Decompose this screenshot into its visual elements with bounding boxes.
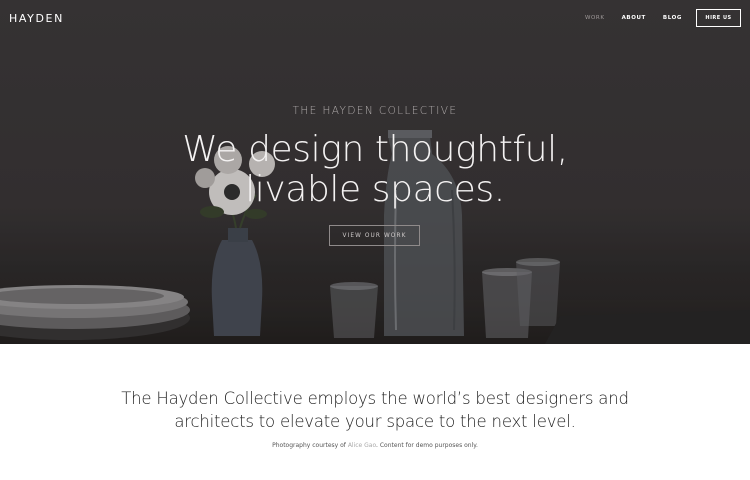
view-our-work-button[interactable]: VIEW OUR WORK	[329, 225, 420, 246]
nav-item-work[interactable]: WORK	[585, 15, 605, 21]
credit-prefix: Photography courtesy of	[272, 442, 348, 449]
hero-section: HAYDEN WORK ABOUT BLOG HIRE US THE HAYDE…	[0, 0, 750, 344]
nav-item-blog[interactable]: BLOG	[663, 15, 682, 21]
hero-headline-line-1: We design thoughtful,	[182, 129, 568, 170]
main-nav: WORK ABOUT BLOG	[585, 15, 682, 21]
hero-eyebrow: THE HAYDEN COLLECTIVE	[292, 105, 458, 117]
nav-item-about[interactable]: ABOUT	[622, 15, 646, 21]
hire-us-button[interactable]: HIRE US	[696, 9, 741, 27]
intro-line-1: The Hayden Collective employs the world’…	[121, 389, 629, 408]
intro-text: The Hayden Collective employs the world’…	[0, 387, 750, 433]
credit-suffix: . Content for demo purposes only.	[376, 442, 478, 449]
photo-credit: Photography courtesy of Alice Gao. Conte…	[0, 442, 750, 449]
intro-line-2: architects to elevate your space to the …	[174, 412, 576, 431]
hero-headline: We design thoughtful, livable spaces.	[0, 130, 750, 210]
brand-logo[interactable]: HAYDEN	[9, 12, 64, 25]
hero-headline-line-2: livable spaces.	[245, 169, 505, 210]
credit-link[interactable]: Alice Gao	[348, 442, 376, 449]
